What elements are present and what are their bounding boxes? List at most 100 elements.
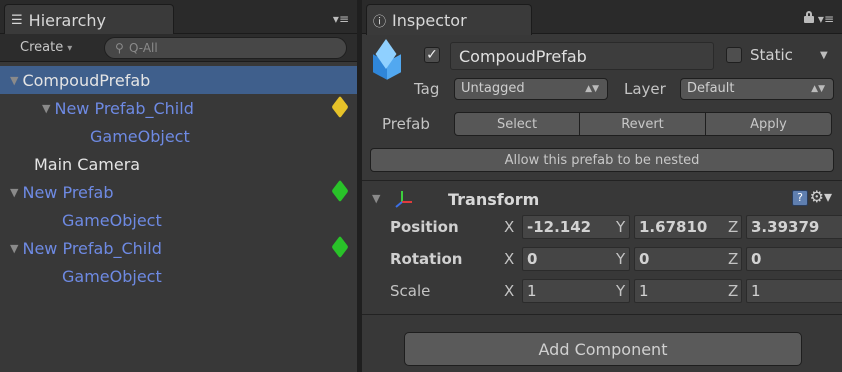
tree-row-label: GameObject <box>62 210 162 230</box>
position-y-field[interactable] <box>634 215 742 239</box>
rotation-row: Rotation X Y Z <box>362 246 842 272</box>
tree-row[interactable]: ▼ New Prefab_Child <box>0 94 357 122</box>
tree-row-label: Main Camera <box>34 154 141 174</box>
rotation-x-field[interactable] <box>522 247 630 271</box>
tag-dropdown[interactable]: Untagged ▲▼ <box>454 78 608 100</box>
tree-row-label: New Prefab_Child <box>54 98 194 118</box>
inspector-tab-label: Inspector <box>392 10 467 30</box>
create-button-label: Create <box>20 40 64 55</box>
tree-row-label: GameObject <box>62 266 162 286</box>
prefab-apply-label: Apply <box>750 116 787 132</box>
prefab-select-label: Select <box>496 116 538 132</box>
add-component-button[interactable]: Add Component <box>404 332 802 366</box>
scale-z-field[interactable] <box>746 279 842 303</box>
search-box[interactable]: ⚲ <box>104 37 347 59</box>
static-checkbox[interactable] <box>726 47 742 63</box>
allow-nested-button[interactable]: Allow this prefab to be nested <box>370 148 834 172</box>
prefab-label: Prefab <box>382 115 430 133</box>
tree-row[interactable]: ▼ New Prefab <box>0 178 357 206</box>
active-checkbox[interactable]: ✓ <box>424 47 440 63</box>
expand-triangle-icon[interactable]: ▼ <box>10 186 18 199</box>
chevron-down-icon: ▾ <box>67 43 73 54</box>
hierarchy-tab-label: Hierarchy <box>28 10 106 30</box>
inspector-panel: ⓘ Inspector ▾≡ ✓ Static ▼ Tag Untagged ▲… <box>362 0 842 372</box>
rotation-z-field[interactable] <box>746 247 842 271</box>
tree-row[interactable]: Main Camera <box>0 150 357 178</box>
transform-title: Transform <box>448 190 540 209</box>
allow-nested-label: Allow this prefab to be nested <box>504 152 700 168</box>
axis-z-label: Z <box>728 282 739 300</box>
position-x-field[interactable] <box>522 215 630 239</box>
prefab-cube-icon <box>331 235 349 259</box>
scale-y-field[interactable] <box>634 279 742 303</box>
axis-x-label: X <box>504 250 515 268</box>
axis-x-label: X <box>504 218 515 236</box>
inspector-tab[interactable]: ⓘ Inspector <box>366 4 532 35</box>
hierarchy-toolbar: Create ▾ ⚲ <box>0 34 357 62</box>
divider <box>362 180 842 181</box>
divider <box>362 314 842 315</box>
expand-triangle-icon[interactable]: ▼ <box>42 102 50 115</box>
tree-row-label: CompoudPrefab <box>22 70 151 90</box>
gameobject-icon <box>370 39 404 80</box>
prefab-cube-icon <box>331 179 349 203</box>
search-input[interactable] <box>129 40 336 56</box>
gear-icon[interactable]: ⚙▾ <box>810 187 832 206</box>
hierarchy-tabbar: ☰ Hierarchy ▾≡ <box>0 0 357 35</box>
prefab-apply-button[interactable]: Apply <box>705 112 832 136</box>
hierarchy-tab[interactable]: ☰ Hierarchy <box>4 4 174 35</box>
rotation-y-field[interactable] <box>634 247 742 271</box>
static-dropdown-icon[interactable]: ▼ <box>820 50 828 61</box>
layer-label: Layer <box>624 80 666 98</box>
prefab-select-button[interactable]: Select <box>454 112 580 136</box>
prefab-revert-button[interactable]: Revert <box>579 112 706 136</box>
search-icon: ⚲ <box>115 41 124 55</box>
updown-arrow-icon: ▲▼ <box>811 84 825 94</box>
inspector-tabbar: ⓘ Inspector ▾≡ <box>362 0 842 35</box>
updown-arrow-icon: ▲▼ <box>585 84 599 94</box>
info-icon: ⓘ <box>373 14 387 30</box>
transform-axes-icon <box>395 191 412 208</box>
add-component-label: Add Component <box>538 339 668 359</box>
scale-row: Scale X Y Z <box>362 278 842 304</box>
axis-z-label: Z <box>728 250 739 268</box>
tree-row-label: GameObject <box>90 126 190 146</box>
tag-value: Untagged <box>461 81 525 96</box>
list-icon: ☰ <box>11 12 23 28</box>
tree-row[interactable]: GameObject <box>0 122 357 150</box>
object-name-field[interactable] <box>450 42 714 70</box>
layer-value: Default <box>687 81 735 96</box>
static-label: Static <box>750 46 793 64</box>
tree-row[interactable]: ▼ New Prefab_Child <box>0 234 357 262</box>
lock-icon[interactable] <box>804 11 814 23</box>
create-button[interactable]: Create ▾ <box>20 40 72 55</box>
axis-y-label: Y <box>616 282 626 300</box>
tree-row-label: New Prefab_Child <box>22 238 162 258</box>
tab-menu-icon[interactable]: ▾≡ <box>818 12 834 26</box>
position-row: Position X Y Z <box>362 214 842 240</box>
prefab-cube-icon <box>331 95 349 119</box>
axis-y-label: Y <box>616 218 626 236</box>
tab-menu-icon[interactable]: ▾≡ <box>333 12 349 26</box>
expand-triangle-icon[interactable]: ▼ <box>10 74 18 87</box>
scale-x-field[interactable] <box>522 279 630 303</box>
tree-row-label: New Prefab <box>22 182 114 202</box>
prefab-revert-label: Revert <box>621 116 664 132</box>
tag-label: Tag <box>414 80 440 98</box>
axis-x-label: X <box>504 282 515 300</box>
help-icon[interactable]: ? <box>792 190 808 206</box>
position-label: Position <box>390 218 459 236</box>
layer-dropdown[interactable]: Default ▲▼ <box>680 78 834 100</box>
tree-row[interactable]: ▼ CompoudPrefab <box>0 66 357 94</box>
position-z-field[interactable] <box>746 215 842 239</box>
rotation-label: Rotation <box>390 250 463 268</box>
expand-triangle-icon[interactable]: ▼ <box>372 192 380 205</box>
transform-header[interactable]: ▼ Transform ? ⚙▾ <box>362 186 842 212</box>
axis-y-label: Y <box>616 250 626 268</box>
hierarchy-panel: ☰ Hierarchy ▾≡ Create▾ ⚲ ▼ CompoudPrefab… <box>0 0 357 372</box>
tree-row[interactable]: GameObject <box>0 262 357 290</box>
axis-z-label: Z <box>728 218 739 236</box>
tree-row[interactable]: GameObject <box>0 206 357 234</box>
expand-triangle-icon[interactable]: ▼ <box>10 242 18 255</box>
scale-label: Scale <box>390 282 431 300</box>
